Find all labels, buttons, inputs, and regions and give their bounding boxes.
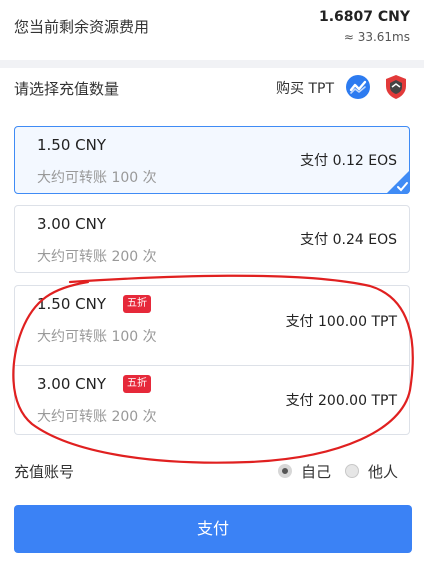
- option-amount: 1.50 CNY: [37, 295, 107, 313]
- option-description: 大约可转账 200 次: [37, 409, 157, 425]
- option-amount: 3.00 CNY: [37, 375, 107, 393]
- discount-badge: 五折: [123, 295, 151, 313]
- option-amount: 1.50 CNY: [37, 136, 107, 154]
- recharge-select-row: 请选择充值数量 购买 TPT: [0, 68, 424, 112]
- shield-icon[interactable]: [384, 74, 408, 100]
- radio-other-label[interactable]: 他人: [368, 461, 398, 482]
- discount-badge: 五折: [123, 375, 151, 393]
- balance-value: 1.6807 CNY: [318, 9, 410, 25]
- balance-header: 您当前剩余资源费用 1.6807 CNY ≈ 33.61ms: [0, 0, 424, 60]
- option-description: 大约可转账 100 次: [37, 329, 157, 345]
- recharge-option-2[interactable]: 3.00 CNY 大约可转账 200 次 支付 0.24 EOS: [14, 205, 410, 273]
- buy-tpt-link[interactable]: 购买 TPT: [276, 78, 334, 98]
- account-label: 充值账号: [14, 463, 75, 481]
- recharge-option-1[interactable]: 1.50 CNY 大约可转账 100 次 支付 0.12 EOS: [14, 126, 410, 194]
- select-amount-label: 请选择充值数量: [14, 80, 120, 98]
- recharge-account-row: 充值账号 自己 他人: [0, 452, 424, 492]
- option-price: 支付 0.12 EOS: [300, 153, 397, 169]
- radio-other[interactable]: [345, 464, 359, 478]
- recharge-option-4[interactable]: 3.00 CNY 五折 大约可转账 200 次 支付 200.00 TPT: [14, 365, 410, 435]
- radio-self-label[interactable]: 自己: [301, 461, 331, 482]
- option-description: 大约可转账 200 次: [37, 249, 157, 265]
- option-price: 支付 200.00 TPT: [285, 393, 397, 409]
- radio-self[interactable]: [278, 464, 292, 478]
- option-price: 支付 100.00 TPT: [285, 314, 397, 330]
- pay-button[interactable]: 支付: [14, 505, 412, 553]
- balance-label: 您当前剩余资源费用: [14, 18, 150, 36]
- recharge-option-3[interactable]: 1.50 CNY 五折 大约可转账 100 次 支付 100.00 TPT: [14, 285, 410, 365]
- option-amount: 3.00 CNY: [37, 215, 107, 233]
- chart-wave-icon[interactable]: [346, 75, 370, 99]
- option-price: 支付 0.24 EOS: [300, 232, 397, 248]
- section-divider: [0, 60, 424, 68]
- balance-time-estimate: ≈ 33.61ms: [343, 30, 410, 44]
- option-description: 大约可转账 100 次: [37, 170, 157, 186]
- selected-check-icon: [386, 170, 410, 194]
